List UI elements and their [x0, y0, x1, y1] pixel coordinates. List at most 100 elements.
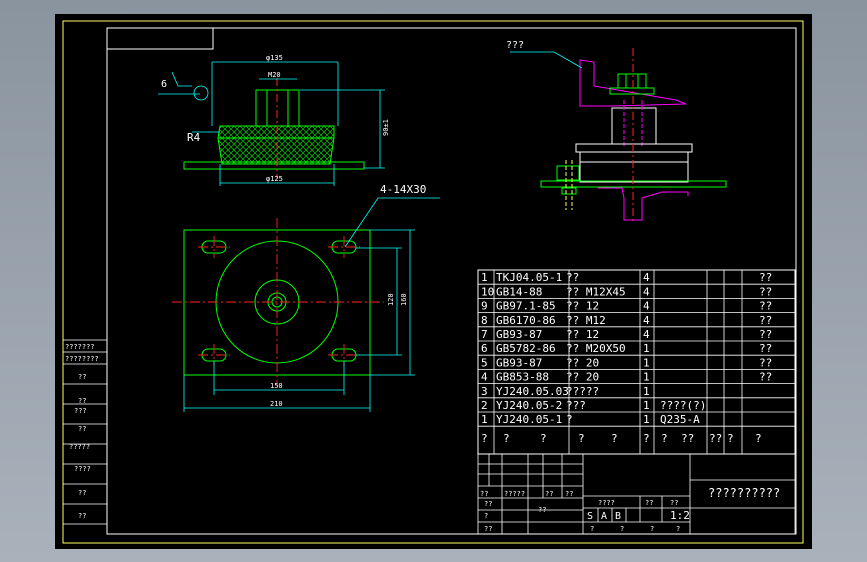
strip-label-7: ?????: [69, 443, 90, 451]
bom-row-qty: 1: [643, 356, 650, 369]
strip-label-6: ??: [78, 425, 86, 433]
left-label-2: ??: [538, 506, 546, 514]
bom-row-code: GB97.1-85: [496, 300, 556, 313]
stage-b: B: [615, 511, 621, 522]
bom-row-name: ?? 20: [566, 371, 599, 384]
bom-row-code: YJ240.05-2: [496, 399, 562, 412]
dim-bottom: φ125: [266, 175, 283, 183]
bottom-label-1: ?: [590, 525, 594, 533]
stage-s: S: [587, 511, 593, 522]
bom-row-material: Q235-A: [660, 413, 700, 426]
surface-symbol-value: 6: [161, 79, 167, 90]
dim-stud: M20: [268, 71, 281, 79]
bom-row-note: ??: [759, 328, 772, 341]
bom-row-note: ??: [759, 285, 772, 298]
bom-row-number: 1: [481, 413, 488, 426]
bom-row-code: GB853-88: [496, 371, 549, 384]
dim-inner-width: 150: [270, 382, 283, 390]
hole-label: 4-14X30: [380, 183, 426, 196]
dim-top: φ135: [266, 54, 283, 62]
bom-row-material: ????(?): [660, 399, 706, 412]
bom-row-name: ?? M12X45: [566, 285, 626, 298]
bom-row-note: ??: [759, 371, 772, 384]
strip-label-8: ????: [74, 465, 91, 473]
left-label-3: ?: [484, 512, 488, 520]
bottom-label-2: ?: [620, 525, 624, 533]
bom-row-code: GB5782-86: [496, 342, 556, 355]
strip-label-3: ??: [78, 373, 86, 381]
bom-row-code: GB6170-86: [496, 314, 556, 327]
bom-row-name: ?? 12: [566, 328, 599, 341]
sign-label-1: ??: [480, 490, 488, 498]
bom-row-code: GB14-88: [496, 285, 542, 298]
bom-header-cell: ?: [481, 432, 488, 445]
bom-header-cell: ?: [611, 432, 618, 445]
bom-row-number: 5: [481, 356, 488, 369]
bom-header-cell: ??: [709, 432, 722, 445]
bom-header-cell: ??: [681, 432, 694, 445]
scale-value: 1:2: [670, 509, 690, 522]
sign-label-4: ??: [565, 490, 573, 498]
bom-header-cell: ?: [727, 432, 734, 445]
dim-outer-width: 210: [270, 400, 283, 408]
left-label-1: ??: [484, 500, 492, 508]
strip-label-9: ??: [78, 489, 86, 497]
bom-header-cell: ?: [643, 432, 650, 445]
bom-row-note: ??: [759, 300, 772, 313]
strip-label-10: ??: [78, 512, 86, 520]
weight-label: ??: [645, 499, 653, 507]
bom-header-cell: ?: [661, 432, 668, 445]
bom-row-qty: 4: [643, 285, 650, 298]
bom-row-qty: 4: [643, 300, 650, 313]
bom-row-note: ??: [759, 271, 772, 284]
bom-row-note: ??: [759, 342, 772, 355]
dim-height: 90±1: [382, 119, 390, 136]
strip-label-1: ???????: [65, 343, 95, 351]
strip-label-4: ??: [78, 397, 86, 405]
bom-row-name: ???: [566, 399, 586, 412]
strip-label-2: ????????: [65, 355, 99, 363]
bottom-label-4: ?: [676, 525, 680, 533]
radius-label: R4: [187, 131, 201, 144]
bom-header-cell: ?: [503, 432, 510, 445]
bom-header-cell: ?: [578, 432, 585, 445]
dim-inner-height: 120: [387, 293, 395, 306]
stage-label: ????: [598, 499, 615, 507]
bom-row-number: 2: [481, 399, 488, 412]
bom-row-number: 3: [481, 385, 488, 398]
bom-row-qty: 1: [643, 399, 650, 412]
bom-row-code: GB93-87: [496, 356, 542, 369]
bottom-label-3: ?: [650, 525, 654, 533]
bom-row-qty: 4: [643, 271, 650, 284]
bom-row-number: 4: [481, 371, 488, 384]
bom-row-qty: 1: [643, 371, 650, 384]
bom-row-qty: 4: [643, 328, 650, 341]
bom-row-name: ?? 20: [566, 356, 599, 369]
assembly-callout: ???: [506, 40, 524, 51]
bom-row-name: ?? 12: [566, 300, 599, 313]
bom-row-name: ??: [566, 271, 579, 284]
bom-row-qty: 1: [643, 413, 650, 426]
bom-row-number: 9: [481, 300, 488, 313]
bom-row-name: ?: [566, 413, 573, 426]
bom-header-cell: ?: [540, 432, 547, 445]
scale-label: ??: [670, 499, 678, 507]
bom-row-qty: 1: [643, 342, 650, 355]
sign-label-2: ?????: [504, 490, 525, 498]
bom-row-code: YJ240.05-1: [496, 413, 562, 426]
stage-a: A: [601, 511, 607, 522]
bom-row-qty: 4: [643, 314, 650, 327]
bom-row-note: ??: [759, 314, 772, 327]
bom-row-number: 8: [481, 314, 488, 327]
bom-row-number: 10: [481, 285, 494, 298]
bom-row-number: 7: [481, 328, 488, 341]
cad-drawing: ??????? ???????? ?? ?? ??? ?? ????? ????…: [55, 14, 812, 549]
bom-row-code: GB93-87: [496, 328, 542, 341]
sign-label-3: ??: [545, 490, 553, 498]
left-label-4: ??: [484, 525, 492, 533]
bom-row-code: TKJ04.05-1: [496, 271, 562, 284]
bom-row-name: ?? M20X50: [566, 342, 626, 355]
strip-label-5: ???: [74, 407, 87, 415]
bom-header-cell: ?: [755, 432, 762, 445]
drawing-title: ??????????: [708, 486, 780, 500]
